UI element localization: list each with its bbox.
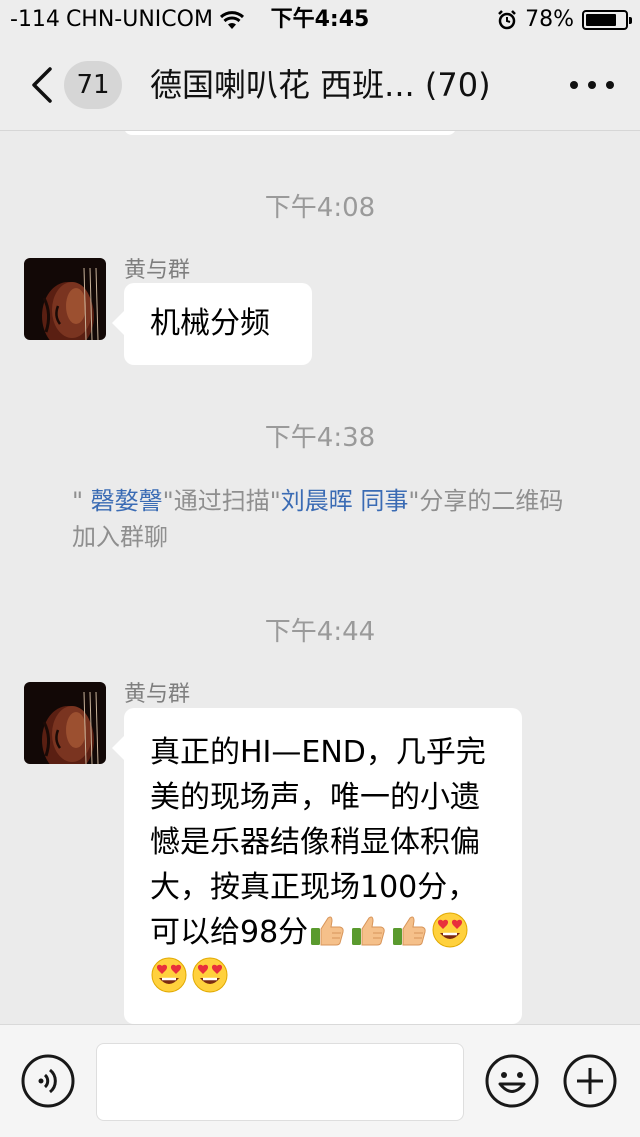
previous-message-bubble — [124, 131, 456, 135]
more-options-icon[interactable] — [564, 68, 620, 102]
plus-icon[interactable] — [562, 1053, 618, 1109]
voice-input-icon[interactable] — [20, 1053, 76, 1109]
battery-icon — [582, 10, 632, 30]
message-bubble[interactable]: 真正的HI—END，几乎完美的现场声，唯一的小遗憾是乐器结像稍显体积偏大，按真正… — [112, 708, 522, 1024]
message-text: 机械分频 — [150, 306, 270, 341]
system-text: " — [72, 487, 91, 515]
member-link[interactable]: 磬嫯謦 — [91, 487, 163, 515]
thumbs-up-icon — [349, 915, 390, 950]
heart-eyes-icon — [191, 957, 232, 995]
violin-avatar-image — [24, 258, 106, 340]
timestamp: 下午4:44 — [264, 617, 376, 647]
thumbs-up-icon — [308, 915, 349, 950]
battery-percent: 78% — [525, 7, 574, 32]
message-input[interactable] — [96, 1043, 464, 1121]
timestamp: 下午4:08 — [264, 193, 376, 223]
unread-count-badge[interactable]: 71 — [64, 61, 122, 109]
back-arrow-icon[interactable] — [28, 66, 56, 104]
chat-title: 德国喇叭花 西班... (70) — [150, 66, 491, 104]
input-toolbar — [0, 1024, 640, 1137]
status-right: 78% — [497, 0, 632, 40]
chat-area[interactable]: 下午4:08 黄与群 机械分频 下午4:38 " 磬嫯謦"通过扫描"刘晨晖 同事… — [0, 131, 640, 1024]
chat-header: 71 德国喇叭花 西班... (70) — [0, 40, 640, 131]
avatar[interactable] — [24, 258, 106, 340]
sender-name: 黄与群 — [124, 682, 191, 707]
message-bubble[interactable]: 机械分频 — [112, 283, 312, 365]
alarm-clock-icon — [498, 10, 516, 30]
member-link[interactable]: 刘晨晖 同事 — [281, 487, 409, 515]
status-bar: -114 CHN-UNICOM 下午4:45 78% — [0, 0, 640, 40]
heart-eyes-icon — [431, 912, 472, 950]
violin-avatar-image — [24, 682, 106, 764]
system-message: " 磬嫯謦"通过扫描"刘晨晖 同事"分享的二维码加入群聊 — [72, 483, 572, 555]
heart-eyes-icon — [150, 957, 191, 995]
system-text: "通过扫描" — [162, 487, 281, 515]
sender-name: 黄与群 — [124, 258, 191, 283]
avatar[interactable] — [24, 682, 106, 764]
timestamp: 下午4:38 — [264, 423, 376, 453]
battery-fill — [586, 14, 616, 26]
thumbs-up-icon — [390, 915, 431, 950]
emoji-icon[interactable] — [484, 1053, 540, 1109]
